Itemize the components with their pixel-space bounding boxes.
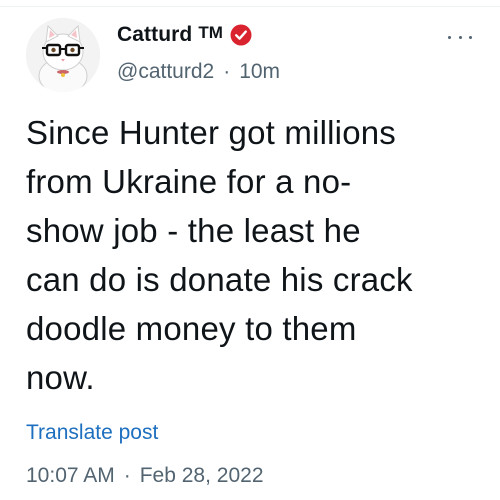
more-dot [448,35,451,39]
verified-badge-icon [230,24,252,46]
tweet-line: doodle money to them [26,310,357,347]
more-options-icon[interactable] [448,32,472,42]
timestamp-separator: · [123,464,131,487]
tweet-line: now. [26,359,95,396]
author-handle-row: @catturd2 · 10m [117,60,437,84]
handle-separator: · [223,60,231,83]
relative-time[interactable]: 10m [239,60,280,84]
tweet-line: from Ukraine for a no- [26,163,352,200]
more-dot [458,35,462,39]
tweet-author: Catturd TM @catturd2 · 10m [117,20,437,84]
more-dot [469,35,472,39]
post-date[interactable]: Feb 28, 2022 [140,464,264,488]
tweet-line: show job - the least he [26,212,361,249]
author-display-name[interactable]: Catturd [117,23,192,47]
tweet-text: Since Hunter got millions from Ukraine f… [26,108,476,402]
avatar[interactable] [26,18,100,92]
post-time[interactable]: 10:07 AM [26,464,115,488]
author-handle[interactable]: @catturd2 [117,60,214,84]
top-divider [0,6,500,7]
author-name-row: Catturd TM [117,20,437,50]
translate-post-link[interactable]: Translate post [26,421,158,445]
trademark-symbol: TM [198,23,223,42]
tweet-line: can do is donate his crack [26,261,413,298]
tweet-line: Since Hunter got millions [26,114,396,151]
tweet-timestamp: 10:07 AM · Feb 28, 2022 [26,464,264,488]
cat-avatar-icon [26,18,100,92]
